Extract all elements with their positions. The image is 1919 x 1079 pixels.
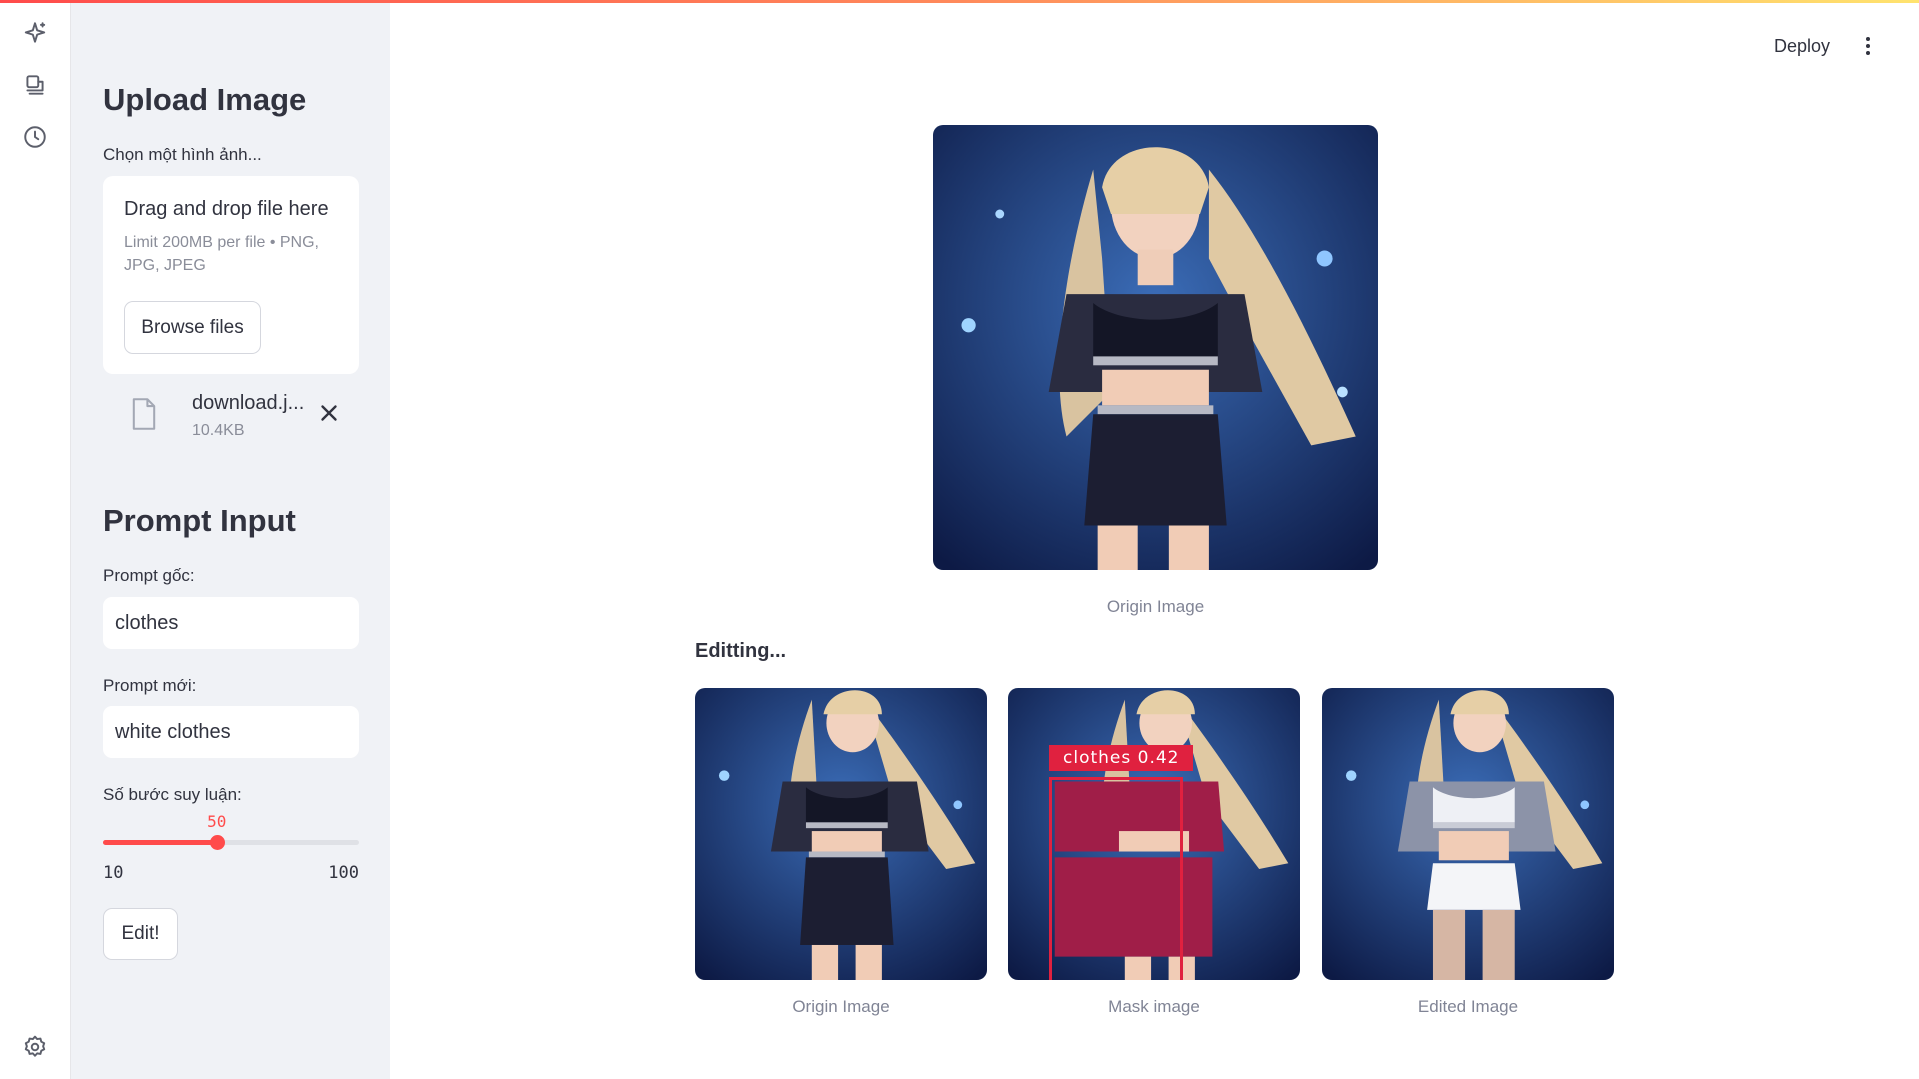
browse-files-button[interactable]: Browse files bbox=[124, 301, 261, 354]
icon-rail bbox=[0, 0, 71, 1079]
settings-icon[interactable] bbox=[20, 1032, 50, 1062]
slider-thumb[interactable] bbox=[209, 835, 225, 850]
result-mask-image: clothes 0.42 bbox=[1008, 688, 1300, 980]
dropzone-limit: Limit 200MB per file • PNG, JPG, JPEG bbox=[124, 234, 319, 274]
result-origin-caption: Origin Image bbox=[792, 997, 890, 1016]
robot-icon[interactable] bbox=[20, 70, 50, 100]
file-dropzone[interactable]: Drag and drop file here Limit 200MB per … bbox=[103, 176, 359, 374]
result-mask-caption: Mask image bbox=[1108, 997, 1200, 1016]
upload-label: Chọn một hình ảnh... bbox=[103, 145, 262, 164]
sparkle-icon[interactable] bbox=[20, 18, 50, 48]
detection-box bbox=[1049, 777, 1183, 980]
steps-slider[interactable] bbox=[103, 835, 359, 850]
slider-min: 10 bbox=[103, 863, 124, 883]
deploy-button[interactable]: Deploy bbox=[1774, 36, 1830, 57]
uploaded-file: download.j... 10.4KB bbox=[103, 392, 359, 452]
edit-button[interactable]: Edit! bbox=[103, 908, 178, 960]
result-origin-image bbox=[695, 688, 987, 980]
prompt-heading: Prompt Input bbox=[103, 503, 296, 538]
file-icon bbox=[132, 398, 156, 430]
clock-history-icon[interactable] bbox=[20, 122, 50, 152]
more-menu-icon[interactable] bbox=[1862, 34, 1874, 58]
status-text: Editting... bbox=[695, 640, 787, 662]
file-name: download.j... bbox=[192, 392, 305, 414]
file-size: 10.4KB bbox=[192, 422, 245, 439]
close-icon[interactable] bbox=[316, 400, 342, 426]
result-edited-image bbox=[1322, 688, 1614, 980]
prompt-original-input[interactable] bbox=[103, 597, 359, 649]
slider-value: 50 bbox=[207, 812, 227, 831]
prompt-new-input[interactable] bbox=[103, 706, 359, 758]
top-decoration-bar bbox=[0, 0, 1919, 3]
origin-image-large bbox=[933, 125, 1378, 570]
origin-image-caption: Origin Image bbox=[1106, 597, 1205, 616]
slider-max: 100 bbox=[328, 863, 359, 883]
sidebar: Upload Image Chọn một hình ảnh... Drag a… bbox=[71, 0, 390, 1079]
prompt-original-label: Prompt gốc: bbox=[103, 566, 195, 585]
slider-fill bbox=[103, 840, 217, 845]
detection-label: clothes 0.42 bbox=[1049, 745, 1194, 771]
steps-label: Số bước suy luận: bbox=[103, 785, 242, 804]
prompt-new-label: Prompt mới: bbox=[103, 676, 197, 695]
dropzone-title: Drag and drop file here bbox=[124, 198, 329, 220]
result-edited-caption: Edited Image bbox=[1417, 997, 1519, 1016]
upload-heading: Upload Image bbox=[103, 82, 307, 117]
